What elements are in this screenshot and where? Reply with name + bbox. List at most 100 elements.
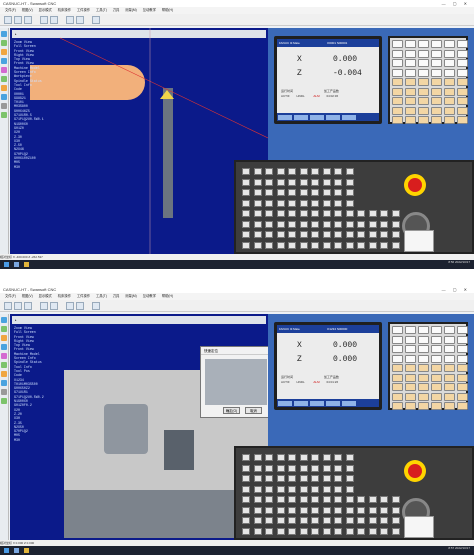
panel-button[interactable] [276, 220, 285, 228]
menu-cutter[interactable]: 刀具 [113, 294, 120, 298]
panel-button[interactable] [368, 241, 377, 249]
keypad-key[interactable] [431, 364, 442, 372]
panel-button[interactable] [357, 220, 365, 228]
top-view-icon[interactable] [1, 353, 7, 359]
keypad-key[interactable] [431, 68, 442, 77]
toolbar-run-icon[interactable] [40, 16, 48, 24]
keypad-key[interactable] [444, 383, 455, 391]
panel-button[interactable] [288, 178, 296, 186]
keypad-key[interactable] [444, 40, 455, 48]
keypad-key[interactable] [405, 49, 416, 58]
panel-button[interactable] [391, 506, 400, 514]
panel-button[interactable] [322, 168, 331, 175]
panel-button[interactable] [311, 231, 319, 238]
panel-button[interactable] [276, 189, 285, 196]
keypad-key[interactable] [418, 116, 429, 124]
keypad-key[interactable] [444, 49, 455, 58]
zoom-icon[interactable] [1, 317, 7, 323]
menu-tools[interactable]: 工具(T) [96, 294, 107, 298]
start-icon[interactable] [4, 548, 9, 553]
panel-button[interactable] [288, 241, 296, 249]
panel-button[interactable] [242, 210, 250, 217]
panel-button[interactable] [242, 189, 250, 196]
panel-button[interactable] [345, 231, 354, 238]
softkey-5[interactable] [342, 400, 356, 406]
panel-button[interactable] [265, 210, 273, 217]
menu-measure[interactable]: 测量(M) [125, 8, 137, 12]
keypad-key[interactable] [418, 49, 429, 58]
menu-help[interactable]: 帮助(H) [162, 8, 173, 12]
panel-button[interactable] [242, 231, 250, 238]
panel-button[interactable] [322, 189, 331, 196]
panel-button[interactable] [253, 199, 262, 207]
panel-button[interactable] [299, 189, 308, 196]
panel-button[interactable] [242, 475, 250, 482]
keypad-key[interactable] [444, 402, 455, 410]
panel-button[interactable] [357, 496, 365, 503]
panel-button[interactable] [265, 168, 273, 175]
keypad-key[interactable] [405, 402, 416, 410]
panel-button[interactable] [242, 464, 250, 472]
keypad-key[interactable] [405, 87, 416, 96]
panel-button[interactable] [299, 199, 308, 207]
panel-button[interactable] [265, 475, 273, 482]
panel-button[interactable] [265, 485, 273, 493]
keypad-key[interactable] [444, 392, 455, 401]
panel-button[interactable] [322, 464, 331, 472]
panel-button[interactable] [357, 210, 365, 217]
panel-button[interactable] [334, 485, 342, 493]
keypad-key[interactable] [405, 345, 416, 353]
panel-button[interactable] [357, 231, 365, 238]
panel-button[interactable] [391, 220, 400, 228]
keypad-key[interactable] [392, 354, 403, 363]
keypad-key[interactable] [444, 78, 455, 86]
keypad-key[interactable] [457, 87, 468, 96]
keypad-key[interactable] [392, 326, 403, 334]
keypad-key[interactable] [444, 87, 455, 96]
panel-button[interactable] [288, 210, 296, 217]
panel-button[interactable] [265, 464, 273, 472]
tree-item[interactable]: G71P1Q2U0.5W0.1 [14, 117, 44, 121]
panel-button[interactable] [253, 517, 262, 524]
keypad-key[interactable] [392, 402, 403, 410]
panel-button[interactable] [322, 496, 331, 503]
panel-button[interactable] [276, 496, 285, 503]
panel-button[interactable] [276, 485, 285, 493]
keypad-key[interactable] [418, 87, 429, 96]
panel-button[interactable] [345, 241, 354, 249]
keypad-key[interactable] [431, 326, 442, 334]
keypad-key[interactable] [431, 106, 442, 115]
keypad-key[interactable] [392, 97, 403, 105]
toolbar-save-icon[interactable] [24, 16, 32, 24]
panel-button[interactable] [357, 517, 365, 524]
panel-button[interactable] [265, 178, 273, 186]
panel-button[interactable] [253, 231, 262, 238]
panel-button[interactable] [380, 506, 388, 514]
panel-button[interactable] [253, 485, 262, 493]
keypad-key[interactable] [431, 59, 442, 67]
panel-button[interactable] [253, 454, 262, 461]
panel-button[interactable] [334, 168, 342, 175]
menu-machine[interactable]: 机床操作 [58, 294, 71, 298]
keypad-key[interactable] [431, 354, 442, 363]
keypad-key[interactable] [392, 40, 403, 48]
panel-button[interactable] [265, 454, 273, 461]
keypad-key[interactable] [418, 40, 429, 48]
panel-button[interactable] [253, 210, 262, 217]
keypad-key[interactable] [405, 383, 416, 391]
keypad-key[interactable] [418, 345, 429, 353]
keypad-key[interactable] [418, 402, 429, 410]
panel-button[interactable] [242, 168, 250, 175]
side-view-icon[interactable] [1, 76, 7, 82]
panel-button[interactable] [322, 220, 331, 228]
keypad-key[interactable] [392, 364, 403, 372]
panel-button[interactable] [368, 231, 377, 238]
panel-button[interactable] [265, 189, 273, 196]
keypad-key[interactable] [444, 59, 455, 67]
keypad-key[interactable] [418, 392, 429, 401]
panel-button[interactable] [288, 475, 296, 482]
panel-button[interactable] [242, 496, 250, 503]
panel-button[interactable] [322, 527, 331, 535]
panel-button[interactable] [288, 231, 296, 238]
panel-button[interactable] [276, 231, 285, 238]
